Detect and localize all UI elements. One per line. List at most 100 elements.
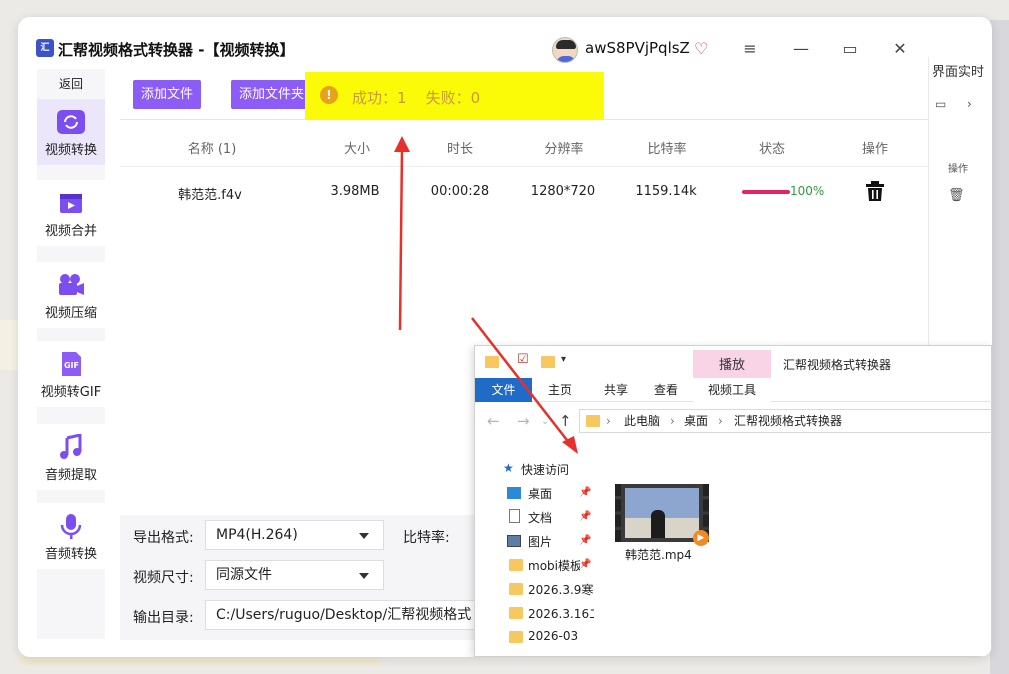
add-folder-button[interactable]: 添加文件夹 — [231, 80, 312, 109]
tree-item-folder[interactable]: 2026.3.9寒假 — [528, 581, 594, 598]
tree-item-folder[interactable]: mobi模板 — [528, 557, 580, 574]
sidebar-item-audio-extract[interactable]: 音频提取 — [37, 424, 105, 490]
success-count: 1 — [397, 89, 407, 107]
video-compress-icon — [59, 274, 84, 295]
pin-icon: 📌 — [579, 511, 592, 522]
progress-bar — [742, 190, 790, 194]
folder-icon — [586, 415, 600, 427]
sidebar-item-video-compress[interactable]: 视频压缩 — [37, 262, 105, 328]
sidebar-item-video-gif[interactable]: GIF 视频转GIF — [37, 341, 105, 407]
sidebar-item-label: 视频压缩 — [44, 306, 97, 321]
column-header-duration: 时长 — [446, 142, 473, 157]
address-bar-row: ← → ⌄ ↑ › 此电脑 › 桌面 › 汇帮视频格式转换器 — [475, 406, 992, 436]
back-arrow-icon[interactable]: ← — [487, 412, 500, 430]
chevron-right-icon: › — [670, 414, 675, 428]
document-icon — [509, 509, 520, 523]
play-badge-icon: ▶ — [693, 530, 709, 546]
tree-item-desktop[interactable]: 桌面 — [528, 485, 552, 502]
video-file-thumbnail[interactable]: ▶ — [615, 484, 709, 546]
window-icon[interactable]: ▭ — [935, 97, 946, 111]
vip-diamond-icon[interactable]: ♡ — [694, 39, 708, 58]
sidebar-item-label: 视频转换 — [44, 143, 97, 158]
maximize-button[interactable]: ▭ — [837, 37, 863, 61]
tree-item-documents[interactable]: 文档 — [528, 509, 552, 526]
tree-item-folder[interactable]: 2026-03 — [528, 629, 578, 643]
actions-label: 操作 — [948, 164, 968, 175]
chevron-right-icon: › — [718, 414, 723, 428]
sidebar-item-label: 视频转GIF — [40, 385, 102, 400]
chevron-right-icon: › — [606, 414, 611, 428]
bitrate-label: 比特率: — [403, 530, 450, 546]
checkmark-icon[interactable]: ☑ — [517, 352, 529, 367]
output-label: 输出目录: — [133, 610, 194, 626]
tab-view[interactable]: 查看 — [638, 378, 694, 402]
microphone-icon — [60, 514, 82, 539]
menu-button[interactable]: ≡ — [737, 37, 763, 61]
sidebar-item-label: 音频提取 — [44, 468, 97, 483]
tab-file[interactable]: 文件 — [475, 378, 532, 402]
user-avatar[interactable] — [552, 37, 578, 63]
column-header-name: 名称 (1) — [187, 142, 237, 157]
toast-text: 成功：1 失败：0 — [352, 87, 480, 108]
breadcrumb-item[interactable]: 汇帮视频格式转换器 — [734, 410, 842, 432]
forward-arrow-icon[interactable]: → — [517, 412, 530, 430]
header-divider — [120, 166, 931, 167]
file-resolution: 1280*720 — [530, 184, 596, 199]
file-duration: 00:00:28 — [430, 184, 490, 199]
address-bar[interactable]: › 此电脑 › 桌面 › 汇帮视频格式转换器 — [579, 409, 992, 433]
chevron-right-icon[interactable]: › — [967, 97, 972, 111]
file-explorer-window: ☑ ▾ 播放 汇帮视频格式转换器 文件 主页 共享 查看 视频工具 ← → ⌄ … — [474, 345, 992, 657]
tree-item-folder[interactable]: 2026.3.16二 — [528, 605, 594, 622]
background-panel — [990, 20, 1009, 674]
column-header-resolution: 分辨率 — [544, 142, 584, 157]
format-select[interactable]: MP4(H.264) — [205, 520, 384, 550]
format-value: MP4(H.264) — [216, 527, 298, 543]
video-file-name[interactable]: 韩范范.mp4 — [625, 546, 692, 563]
tab-home[interactable]: 主页 — [532, 378, 588, 402]
file-bitrate: 1159.14k — [635, 184, 697, 199]
title-bar: 汇 汇帮视频格式转换器 -【视频转换】 awS8PVjPqlsZ ♡ ≡ — ▭… — [18, 17, 992, 67]
star-icon: ★ — [503, 461, 514, 475]
tree-item-quick-access[interactable]: 快速访问 — [521, 461, 569, 478]
chevron-down-icon — [359, 573, 369, 579]
tab-video-tools[interactable]: 视频工具 — [693, 378, 771, 402]
folder-icon — [509, 631, 523, 643]
add-file-button[interactable]: 添加文件 — [133, 80, 201, 109]
success-label: 成功： — [352, 89, 398, 107]
fail-count: 0 — [470, 89, 481, 107]
sidebar: 返回 视频转换 视频合并 视频压缩 GIF 视频转GIF 音频提取 音频转换 — [37, 69, 105, 639]
dropdown-icon[interactable]: ▾ — [561, 354, 566, 365]
pin-icon: 📌 — [579, 559, 592, 570]
output-path-input[interactable]: C:/Users/ruguo/Desktop/汇帮视频格式 — [205, 600, 480, 630]
breadcrumb-item[interactable]: 此电脑 — [624, 410, 660, 432]
back-link[interactable]: 返回 — [37, 75, 105, 92]
file-size: 3.98MB — [330, 184, 380, 199]
trash-icon[interactable]: 🗑 — [948, 188, 965, 203]
gif-icon: GIF — [62, 352, 81, 376]
breadcrumb-item[interactable]: 桌面 — [684, 410, 708, 432]
format-label: 导出格式: — [133, 530, 194, 546]
size-select[interactable]: 同源文件 — [205, 560, 384, 590]
folder-icon — [509, 559, 523, 571]
progress-percent: 100% — [790, 184, 825, 198]
info-icon: ! — [320, 86, 338, 104]
pin-icon: 📌 — [579, 487, 592, 498]
up-arrow-icon[interactable]: ↑ — [559, 412, 572, 430]
minimize-button[interactable]: — — [788, 37, 814, 61]
ribbon-tabs: 文件 主页 共享 查看 视频工具 — [475, 378, 992, 402]
sidebar-item-video-convert[interactable]: 视频转换 — [37, 99, 105, 165]
size-label: 视频尺寸: — [133, 570, 194, 586]
sidebar-item-video-merge[interactable]: 视频合并 — [37, 180, 105, 246]
folder-icon — [509, 607, 523, 619]
chevron-down-icon — [359, 533, 369, 539]
recent-dropdown-icon[interactable]: ⌄ — [541, 416, 549, 427]
username[interactable]: awS8PVjPqlsZ — [585, 39, 690, 57]
close-button[interactable]: ✕ — [887, 37, 913, 61]
trash-icon[interactable] — [864, 180, 886, 202]
tab-share[interactable]: 共享 — [588, 378, 644, 402]
window-title: 汇帮视频格式转换器 -【视频转换】 — [58, 41, 295, 59]
sidebar-item-audio-convert[interactable]: 音频转换 — [37, 503, 105, 569]
sidebar-item-label: 视频合并 — [44, 224, 97, 239]
folder-icon[interactable] — [541, 356, 555, 368]
tree-item-pictures[interactable]: 图片 — [528, 533, 552, 550]
